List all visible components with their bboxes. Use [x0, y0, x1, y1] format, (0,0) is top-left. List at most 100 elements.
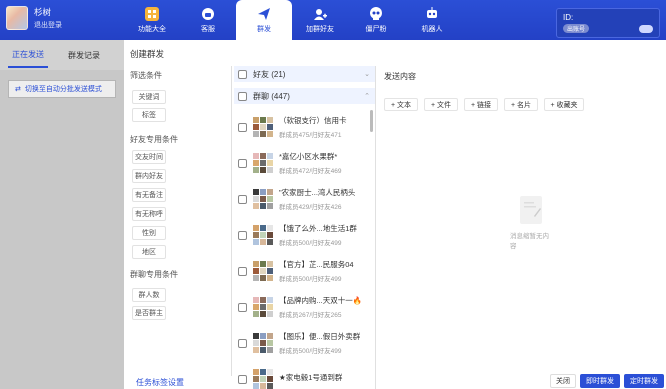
list-item[interactable]: 【饿了么外...地生活1群 群成员500/归好友499 — [234, 218, 372, 252]
groups-group-label: 群聊 (447) — [253, 91, 290, 101]
filter-gender[interactable]: 性别 — [132, 226, 166, 240]
group-title: 【图乐】便...假日外卖群 — [279, 332, 361, 341]
main-nav: 功能大全 客服 群发 加群好友 僵尸粉 机器人 — [124, 0, 460, 40]
left-panel: 正在发送 群发记录 ⇄ 切换至自动分批发送模式 — [0, 40, 124, 389]
nav-add-friends[interactable]: 加群好友 — [292, 0, 348, 40]
group-subtitle: 群成员472/归好友469 — [279, 168, 342, 175]
modal-footer: 任务标签设置 关闭 即时群发 定时群发 — [124, 374, 666, 389]
cloud-icon — [639, 25, 653, 33]
friends-group-label: 好友 (21) — [253, 69, 286, 79]
group-filter-heading: 群聊专用条件 — [130, 270, 178, 279]
checkbox[interactable] — [238, 302, 247, 312]
nav-service-label: 客服 — [201, 25, 215, 33]
add-text-button[interactable]: + 文本 — [384, 98, 418, 111]
account-box[interactable]: ID: 出账号 — [556, 8, 660, 38]
list-item[interactable]: 【官方】芷...民服务04 群成员500/归好友499 — [234, 254, 372, 288]
filter-friend-time[interactable]: 交友时间 — [132, 150, 166, 164]
skull-icon — [369, 6, 383, 21]
group-title: *嘉亿小区水果群* — [279, 152, 338, 161]
filter-keyword[interactable]: 关键词 — [132, 90, 166, 104]
contact-list: 好友 (21) ⌄ 群聊 (447) ⌃ （软银支行）信用卡 群成员475/归好友… — [234, 66, 376, 389]
tab-history[interactable]: 群发记录 — [64, 44, 104, 67]
checkbox[interactable] — [238, 194, 247, 204]
group-subtitle: 群成员429/归好友426 — [279, 204, 342, 211]
group-avatar — [253, 225, 273, 245]
group-subtitle: 群成员500/归好友499 — [279, 348, 342, 355]
checkbox[interactable] — [238, 122, 247, 132]
checkbox[interactable] — [238, 266, 247, 276]
nav-service[interactable]: 客服 — [180, 0, 236, 40]
user-info: 杉树 退出登录 — [6, 6, 62, 30]
filter-is-owner[interactable]: 是否群主 — [132, 306, 166, 320]
filter-has-title[interactable]: 有无称呼 — [132, 207, 166, 221]
nav-add-friends-label: 加群好友 — [306, 25, 334, 33]
user-name: 杉树 — [34, 7, 52, 17]
close-button[interactable]: 关闭 — [550, 374, 576, 388]
nav-features[interactable]: 功能大全 — [124, 0, 180, 40]
send-now-button[interactable]: 即时群发 — [580, 374, 620, 388]
add-favorite-button[interactable]: + 收藏夹 — [544, 98, 584, 111]
switch-mode-button[interactable]: ⇄ 切换至自动分批发送模式 — [8, 80, 116, 98]
robot-icon — [425, 6, 439, 21]
filter-tag[interactable]: 标签 — [132, 108, 166, 122]
group-title: （软银支行）信用卡 — [279, 116, 347, 125]
checkbox[interactable] — [238, 158, 247, 168]
group-title: "农家厨士...湾人民柄头 — [279, 188, 356, 197]
checkbox[interactable] — [238, 91, 247, 101]
list-item[interactable]: 【品牌内购...天双十一🔥 群成员267/归好友265 — [234, 290, 372, 324]
create-broadcast-modal: 创建群发 筛选条件 关键词 标签 好友专用条件 交友时间 群内好友 有无备注 有… — [124, 40, 666, 389]
friend-filter-heading: 好友专用条件 — [130, 135, 178, 144]
account-badge: 出账号 — [563, 24, 590, 33]
group-subtitle: 群成员267/归好友265 — [279, 312, 342, 319]
groups-group-header[interactable]: 群聊 (447) ⌃ — [234, 88, 375, 104]
empty-text: 消息缩暂无内容 — [510, 233, 549, 250]
friends-group-header[interactable]: 好友 (21) ⌄ — [234, 66, 375, 82]
empty-state: 消息缩暂无内容 — [510, 196, 552, 250]
tab-sending[interactable]: 正在发送 — [8, 43, 48, 68]
grid-icon — [145, 6, 159, 21]
chevron-down-icon: ⌄ — [364, 71, 370, 78]
filter-in-group-friend[interactable]: 群内好友 — [132, 169, 166, 183]
list-item[interactable]: *嘉亿小区水果群* 群成员472/归好友469 — [234, 146, 372, 180]
list-item[interactable]: 【图乐】便...假日外卖群 群成员500/归好友499 — [234, 326, 372, 360]
task-tag-settings-link[interactable]: 任务标签设置 — [136, 377, 184, 388]
nav-robot-label: 机器人 — [421, 25, 443, 33]
group-avatar — [253, 117, 273, 137]
group-title: 【饿了么外...地生活1群 — [279, 224, 357, 233]
document-icon — [520, 196, 542, 224]
send-scheduled-button[interactable]: 定时群发 — [624, 374, 664, 388]
nav-broadcast-label: 群发 — [257, 25, 271, 33]
add-file-button[interactable]: + 文件 — [424, 98, 458, 111]
content-panel: 发送内容 + 文本 + 文件 + 链接 + 名片 + 收藏夹 消息缩暂无内容 — [378, 66, 666, 389]
avatar[interactable] — [6, 6, 28, 30]
filter-region[interactable]: 地区 — [132, 245, 166, 259]
checkbox[interactable] — [238, 338, 247, 348]
group-subtitle: 群成员500/归好友499 — [279, 240, 342, 247]
group-avatar — [253, 153, 273, 173]
list-item[interactable]: （软银支行）信用卡 群成员475/归好友471 — [234, 110, 372, 144]
headset-icon — [201, 7, 215, 21]
content-title: 发送内容 — [384, 72, 416, 81]
filter-has-note[interactable]: 有无备注 — [132, 188, 166, 202]
nav-robot[interactable]: 机器人 — [404, 0, 460, 40]
add-user-icon — [313, 7, 327, 21]
add-card-button[interactable]: + 名片 — [504, 98, 538, 111]
nav-broadcast[interactable]: 群发 — [236, 0, 292, 40]
logout-link[interactable]: 退出登录 — [34, 20, 62, 30]
list-item[interactable]: "农家厨士...湾人民柄头 群成员429/归好友426 — [234, 182, 372, 216]
switch-icon: ⇄ — [15, 86, 21, 93]
filter-panel: 筛选条件 关键词 标签 好友专用条件 交友时间 群内好友 有无备注 有无称呼 性… — [124, 66, 232, 376]
add-link-button[interactable]: + 链接 — [464, 98, 498, 111]
checkbox[interactable] — [238, 69, 247, 79]
group-avatar — [253, 261, 273, 281]
group-avatar — [253, 297, 273, 317]
chevron-up-icon: ⌃ — [364, 93, 370, 100]
checkbox[interactable] — [238, 230, 247, 240]
top-bar: 杉树 退出登录 功能大全 客服 群发 加群好友 僵尸粉 机器人 ID: 出账号 — [0, 0, 666, 40]
nav-zombie[interactable]: 僵尸粉 — [348, 0, 404, 40]
group-avatar — [253, 333, 273, 353]
group-title: 【品牌内购...天双十一🔥 — [279, 296, 363, 305]
nav-zombie-label: 僵尸粉 — [365, 25, 387, 33]
filter-group-size[interactable]: 群人数 — [132, 288, 166, 302]
send-icon — [257, 7, 271, 21]
